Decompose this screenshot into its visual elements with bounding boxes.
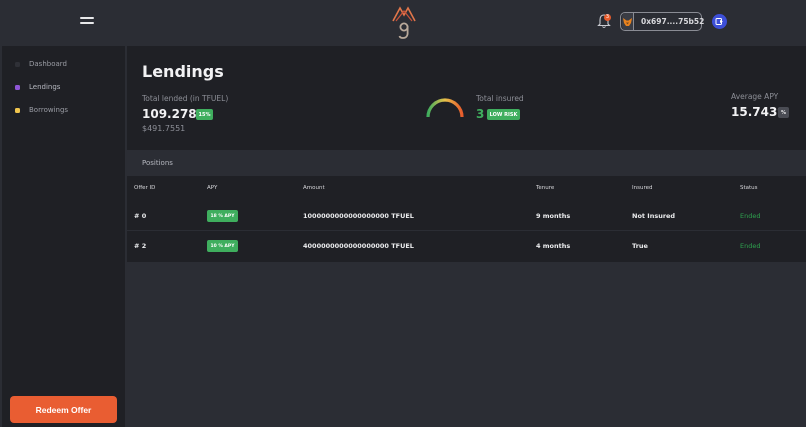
offer-id: # 2 [134, 242, 147, 250]
user-icon [715, 18, 723, 25]
total-insured-label: Total insured [476, 94, 524, 103]
positions-header: Positions [127, 150, 806, 176]
table-row[interactable]: # 0 18 % APY 1000000000000000000 TFUEL 9… [127, 202, 806, 231]
profile-avatar[interactable] [712, 14, 727, 29]
top-bar: 3 0x697....75b52 [0, 0, 806, 46]
total-lended-label: Total lended (in TFUEL) [142, 94, 229, 103]
positions-table: Positions Offer ID APY Amount Tenure Ins… [127, 150, 806, 262]
offer-id: # 0 [134, 212, 147, 220]
dashboard-icon [15, 61, 20, 67]
borrowings-icon [15, 107, 20, 113]
average-apy-badge: % [778, 107, 789, 118]
column-header: APY [207, 185, 218, 191]
insured: Not Insured [632, 212, 676, 220]
status-badge: Ended [740, 242, 761, 250]
sidebar-item-label: Dashboard [29, 60, 67, 68]
sidebar: Dashboard Lendings Borrowings [2, 46, 125, 427]
main-content: Lendings Total lended (in TFUEL) 109.278… [127, 46, 806, 427]
wallet-button[interactable]: 0x697....75b52 [620, 12, 705, 31]
page-title: Lendings [142, 62, 224, 81]
sidebar-item-borrowings[interactable]: Borrowings [15, 103, 68, 117]
column-header: Insured [632, 185, 653, 191]
positions-title: Positions [142, 159, 173, 167]
table-row[interactable]: # 2 10 % APY 4000000000000000000 TFUEL 4… [127, 232, 806, 261]
amount: 4000000000000000000 TFUEL [303, 242, 414, 250]
column-header: Status [740, 185, 758, 191]
metamask-fox-icon [622, 13, 634, 30]
notification-badge: 3 [604, 14, 611, 21]
apy-badge: 18 % APY [207, 210, 238, 222]
tenure: 9 months [536, 212, 571, 220]
sidebar-item-dashboard[interactable]: Dashboard [15, 57, 67, 71]
menu-icon[interactable] [80, 16, 94, 26]
risk-gauge-icon [426, 98, 464, 118]
average-apy-label: Average APY [731, 92, 779, 101]
sidebar-item-lendings[interactable]: Lendings [15, 80, 60, 94]
lendings-icon [15, 84, 20, 90]
insured: True [632, 242, 648, 250]
column-header: Tenure [536, 185, 555, 191]
sidebar-item-label: Lendings [29, 83, 61, 91]
column-header: Offer ID [134, 185, 156, 191]
app-logo [392, 6, 416, 39]
tenure: 4 months [536, 242, 571, 250]
wallet-address: 0x697....75b52 [641, 17, 705, 26]
total-lended-usd: $491.7551 [142, 124, 186, 133]
column-header: Amount [303, 185, 325, 191]
total-lended-badge: 15% [196, 109, 213, 120]
risk-level-badge: LOW RISK [487, 109, 520, 120]
sidebar-item-label: Borrowings [29, 106, 69, 114]
total-insured-value: 3 [476, 107, 485, 121]
apy-badge: 10 % APY [207, 240, 238, 252]
redeem-offer-button[interactable]: Redeem Offer [10, 396, 117, 423]
summary-panel: Lendings Total lended (in TFUEL) 109.278… [127, 46, 806, 150]
status-badge: Ended [740, 212, 761, 220]
amount: 1000000000000000000 TFUEL [303, 212, 414, 220]
